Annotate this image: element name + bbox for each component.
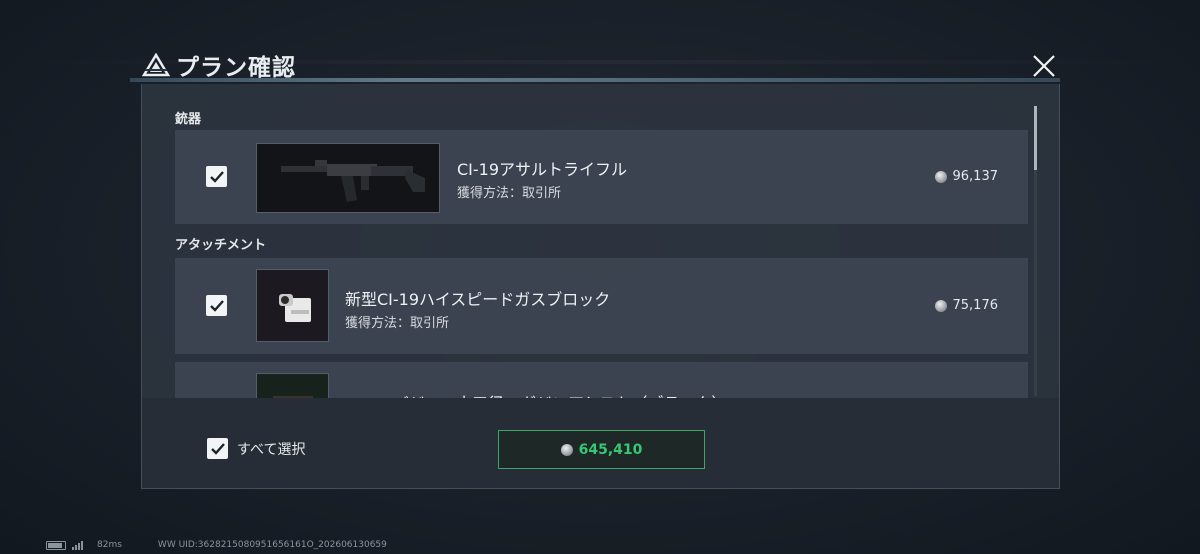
item-thumbnail [256,143,440,213]
total-cost-button[interactable]: 645,410 [498,430,705,469]
select-all-label: すべて選択 [237,441,306,458]
uid-text: WW UID:3628215080951656161O_202606130659 [157,540,387,550]
coin-icon [560,443,573,456]
total-cost-value: 645,410 [578,441,643,458]
scrollbar-thumb[interactable] [1034,106,1037,170]
gas-block-icon [257,270,328,341]
coin-icon [934,170,947,183]
item-name: CI-19アサルトライフル [457,160,628,179]
magazine-icon [257,374,328,398]
plan-panel: 銃器 CI-19アサルトライフル 獲得方法：取引所 96,137 アタッチメント… [141,84,1060,489]
item-price: 96,137 [934,169,999,184]
item-price-value: 75,176 [952,298,999,313]
checkmark-icon [209,299,224,312]
page-title: プラン確認 [176,55,296,81]
list-item[interactable]: 新型CI-19ハイスピードガスブロック 獲得方法：取引所 75,176 [175,258,1028,354]
list-item[interactable]: CI-19アサルトライフル 獲得方法：取引所 96,137 [175,130,1028,224]
select-all-toggle[interactable]: すべて選択 [207,438,305,459]
close-icon [1033,55,1055,77]
item-price-value: 96,137 [952,169,999,184]
item-name: ハニーバジャー小口径マガジンアシスト（ブラック） [345,390,727,398]
checkmark-icon [210,442,225,455]
item-acquisition-method: 獲得方法：取引所 [457,186,562,201]
section-title-attachments: アタッチメント [175,238,267,253]
triangle-logo-icon [142,53,170,77]
item-thumbnail [256,373,329,398]
ping-text: 82ms [97,540,122,550]
status-bar: 82ms WW UID:3628215080951656161O_2026061… [46,540,387,550]
assault-rifle-icon [257,144,439,212]
coin-icon [934,299,947,312]
item-acquisition-method: 獲得方法：取引所 [345,316,450,331]
section-title-firearms: 銃器 [175,112,202,127]
close-button[interactable] [1028,50,1060,82]
item-name: 新型CI-19ハイスピードガスブロック [345,290,611,309]
select-all-checkbox[interactable] [207,438,228,459]
checkmark-icon [209,170,224,183]
item-checkbox[interactable] [206,295,227,316]
item-price: 75,176 [934,298,999,313]
list-item[interactable]: ハニーバジャー小口径マガジンアシスト（ブラック） [175,362,1028,398]
signal-icon [72,540,83,550]
item-list[interactable]: 銃器 CI-19アサルトライフル 獲得方法：取引所 96,137 アタッチメント… [142,84,1061,398]
item-checkbox[interactable] [206,166,227,187]
header-divider [130,78,1060,82]
item-thumbnail [256,269,329,342]
battery-icon [46,540,66,550]
scrollbar[interactable] [1034,106,1037,396]
